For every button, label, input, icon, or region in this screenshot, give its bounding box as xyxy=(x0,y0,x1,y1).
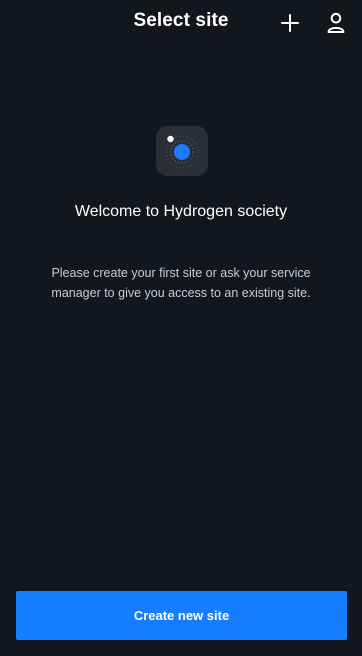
profile-button[interactable] xyxy=(324,10,348,36)
empty-state-description: Please create your first site or ask you… xyxy=(51,265,311,300)
welcome-title: Welcome to Hydrogen society xyxy=(74,202,288,220)
create-new-site-button[interactable]: Create new site xyxy=(16,591,347,640)
plus-icon xyxy=(281,14,299,32)
add-site-button[interactable] xyxy=(278,10,302,36)
hydrogen-society-app-icon xyxy=(156,126,208,176)
select-site-screen: Select site Welcome to Hydrogen society … xyxy=(0,0,362,656)
user-icon xyxy=(327,12,345,33)
top-bar: Select site xyxy=(0,0,362,50)
page-title: Select site xyxy=(133,10,229,31)
